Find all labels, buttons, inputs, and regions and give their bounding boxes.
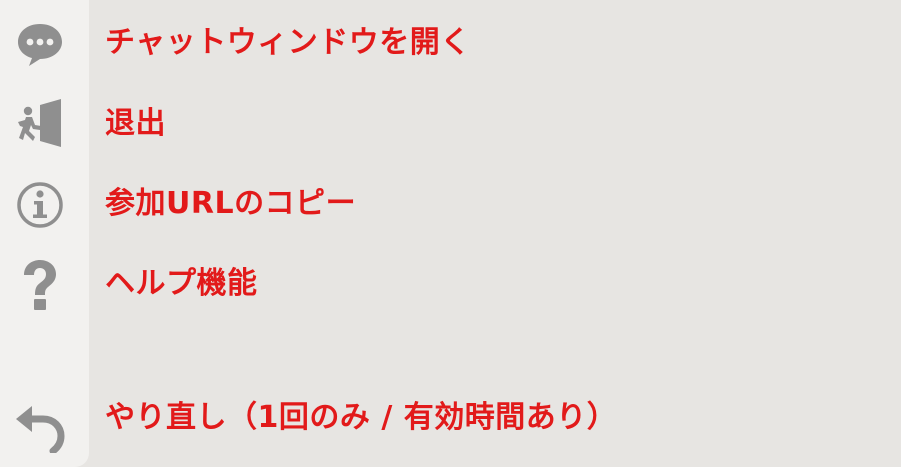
icon-sidebar	[0, 0, 89, 467]
undo-icon[interactable]	[13, 399, 67, 453]
undo-label: やり直し（1回のみ / 有効時間あり）	[105, 400, 618, 435]
open-chat-window-label: チャットウィンドウを開く	[105, 25, 471, 60]
exit-label: 退出	[105, 106, 166, 141]
chat-bubble-icon[interactable]	[13, 16, 67, 70]
help-question-icon[interactable]	[13, 258, 67, 312]
copy-join-url-label: 参加URLのコピー	[105, 186, 357, 221]
help-feature-label: ヘルプ機能	[105, 266, 258, 301]
info-icon[interactable]	[13, 178, 67, 232]
exit-door-icon[interactable]	[13, 97, 67, 151]
